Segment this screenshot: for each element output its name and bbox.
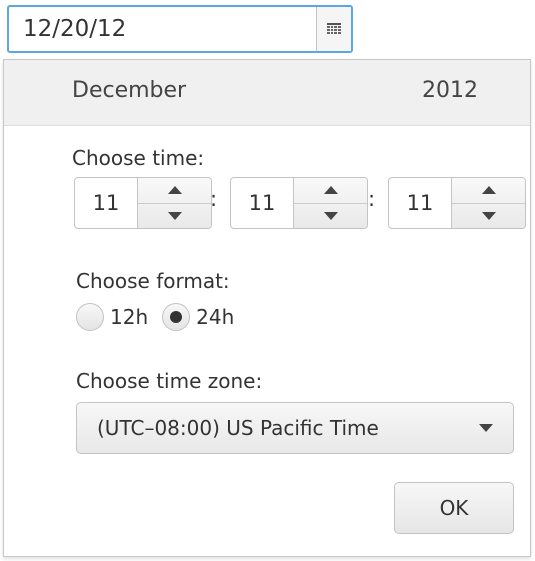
minutes-spinner[interactable]: 11 <box>230 177 368 229</box>
seconds-increment-button[interactable] <box>452 178 525 203</box>
triangle-down-icon <box>481 211 496 220</box>
minutes-value[interactable]: 11 <box>231 178 293 228</box>
date-input[interactable] <box>9 7 316 51</box>
format-radio-group: 12h 24h <box>76 303 248 331</box>
triangle-up-icon <box>481 186 496 195</box>
seconds-decrement-button[interactable] <box>452 202 525 229</box>
time-separator: : <box>368 187 376 211</box>
seconds-spinner[interactable]: 11 <box>388 177 526 229</box>
date-time-popup: December 2012 Choose time: 11 : 11 : 11 <box>3 59 531 557</box>
hours-spinner[interactable]: 11 <box>74 177 212 229</box>
triangle-up-icon <box>323 186 338 195</box>
format-option-label: 12h <box>110 305 149 329</box>
triangle-down-icon <box>167 211 182 220</box>
radio-button-24h[interactable] <box>162 303 191 331</box>
calendar-icon <box>327 23 341 35</box>
radio-button-12h[interactable] <box>76 303 104 331</box>
date-field[interactable] <box>7 5 353 53</box>
seconds-value[interactable]: 11 <box>389 178 451 228</box>
radio-selected-dot <box>170 311 183 323</box>
month-label[interactable]: December <box>72 78 186 103</box>
year-label[interactable]: 2012 <box>422 78 478 103</box>
dropdown-arrow-icon <box>479 424 493 432</box>
time-separator: : <box>210 187 218 211</box>
triangle-up-icon <box>167 186 182 195</box>
format-option-24h[interactable]: 24h <box>162 303 234 331</box>
timezone-select[interactable]: (UTC–08:00) US Pacific Time <box>76 402 514 454</box>
hours-increment-button[interactable] <box>138 178 211 203</box>
format-option-label: 24h <box>196 305 235 329</box>
choose-time-label: Choose time: <box>72 146 205 170</box>
hours-value[interactable]: 11 <box>75 178 137 228</box>
minutes-increment-button[interactable] <box>294 178 367 203</box>
hours-decrement-button[interactable] <box>138 202 211 229</box>
calendar-button[interactable] <box>316 7 351 51</box>
choose-format-label: Choose format: <box>76 269 230 293</box>
minutes-decrement-button[interactable] <box>294 202 367 229</box>
popup-header: December 2012 <box>4 60 530 126</box>
format-option-12h[interactable]: 12h <box>76 303 148 331</box>
choose-timezone-label: Choose time zone: <box>76 369 263 393</box>
timezone-selected-value: (UTC–08:00) US Pacific Time <box>97 416 379 440</box>
triangle-down-icon <box>323 211 338 220</box>
ok-button[interactable]: OK <box>394 482 514 534</box>
